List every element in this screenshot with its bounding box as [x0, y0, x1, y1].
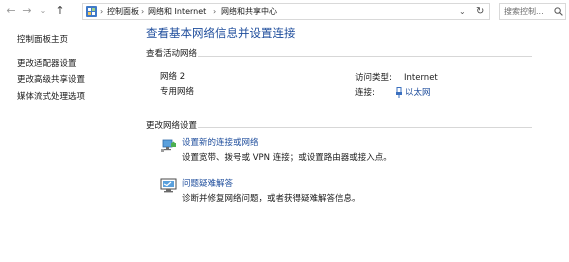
active-networks-heading: 查看活动网络	[146, 49, 198, 59]
section-divider	[198, 127, 532, 128]
control-panel-icon	[86, 6, 97, 17]
breadcrumb-network-internet[interactable]: 网络和 Internet	[148, 7, 206, 17]
sidebar-item-control-panel-home[interactable]: 控制面板主页	[17, 35, 68, 46]
connection-label: 连接:	[355, 88, 375, 98]
setup-connection-description: 设置宽带、拨号或 VPN 连接；或设置路由器或接入点。	[182, 153, 392, 163]
address-path-box[interactable]: › 控制面板 › 网络和 Internet › 网络和共享中心 ⌄ ↻	[82, 3, 490, 20]
sidebar-item-media-streaming[interactable]: 媒体流式处理选项	[17, 92, 85, 103]
network-type: 专用网络	[160, 87, 195, 97]
refresh-icon[interactable]: ↻	[476, 6, 484, 17]
breadcrumb-sharing-center[interactable]: 网络和共享中心	[221, 7, 277, 17]
breadcrumb-separator-icon: ›	[141, 7, 145, 16]
network-name: 网络 2	[160, 72, 186, 82]
troubleshoot-link[interactable]: 问题疑难解答	[182, 179, 233, 190]
access-type-value: Internet	[404, 73, 438, 83]
network-setup-icon	[161, 139, 176, 152]
up-button[interactable]: ↑	[53, 4, 67, 18]
setup-connection-link[interactable]: 设置新的连接或网络	[182, 138, 259, 149]
troubleshoot-description: 诊断并修复网络问题，或者获得疑难解答信息。	[182, 194, 361, 204]
breadcrumb-control-panel[interactable]: 控制面板	[107, 7, 139, 17]
recent-locations-button[interactable]: ⌄	[36, 4, 50, 18]
chevron-down-icon[interactable]: ⌄	[459, 7, 466, 16]
address-bar: ← → ⌄ ↑ › 控制面板 › 网络和 Internet › 网络和共享中心 …	[0, 0, 569, 24]
section-divider	[198, 56, 532, 57]
change-settings-heading: 更改网络设置	[146, 121, 198, 131]
access-type-label: 访问类型:	[355, 73, 392, 83]
forward-button[interactable]: →	[20, 4, 34, 18]
sidebar-item-advanced-sharing[interactable]: 更改高级共享设置	[17, 75, 85, 86]
page-title: 查看基本网络信息并设置连接	[146, 26, 296, 40]
breadcrumb-separator-icon: ›	[100, 7, 104, 16]
search-input[interactable]: 搜索控制...	[504, 7, 544, 17]
search-box[interactable]: 搜索控制...	[499, 3, 566, 20]
search-icon[interactable]	[554, 7, 563, 16]
ethernet-connection-link[interactable]: 以太网	[405, 88, 431, 99]
back-button[interactable]: ←	[4, 4, 18, 18]
breadcrumb-separator-icon: ›	[213, 7, 217, 16]
troubleshoot-icon	[160, 178, 177, 193]
ethernet-icon	[396, 87, 402, 98]
sidebar-item-adapter-settings[interactable]: 更改适配器设置	[17, 59, 77, 70]
